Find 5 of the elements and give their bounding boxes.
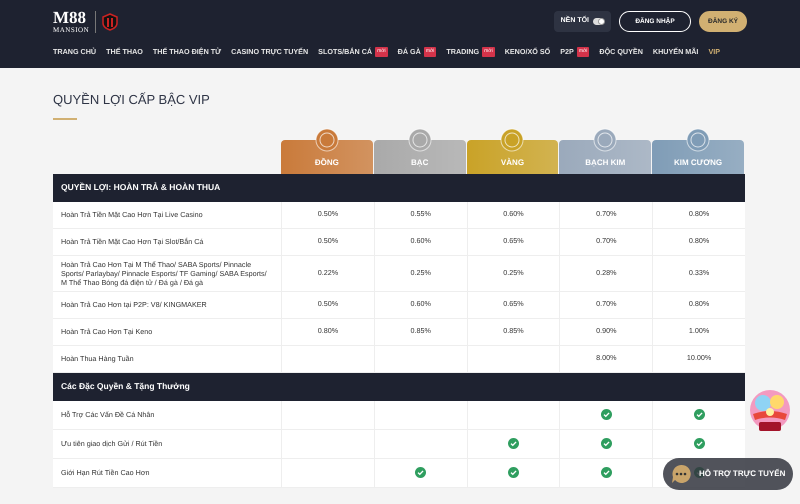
section-header: Các Đặc Quyền & Tặng Thưởng [53,372,745,400]
page-title: QUYỀN LỢI CẤP BẬC VIP [53,91,211,109]
logo-text[interactable]: M88 [53,10,90,26]
chat-button[interactable]: HỖ TRỢ TRỰC TUYẾN [663,458,793,490]
section-header: QUYỀN LỢI: HOÀN TRẢ & HOÀN THUA [53,174,745,202]
